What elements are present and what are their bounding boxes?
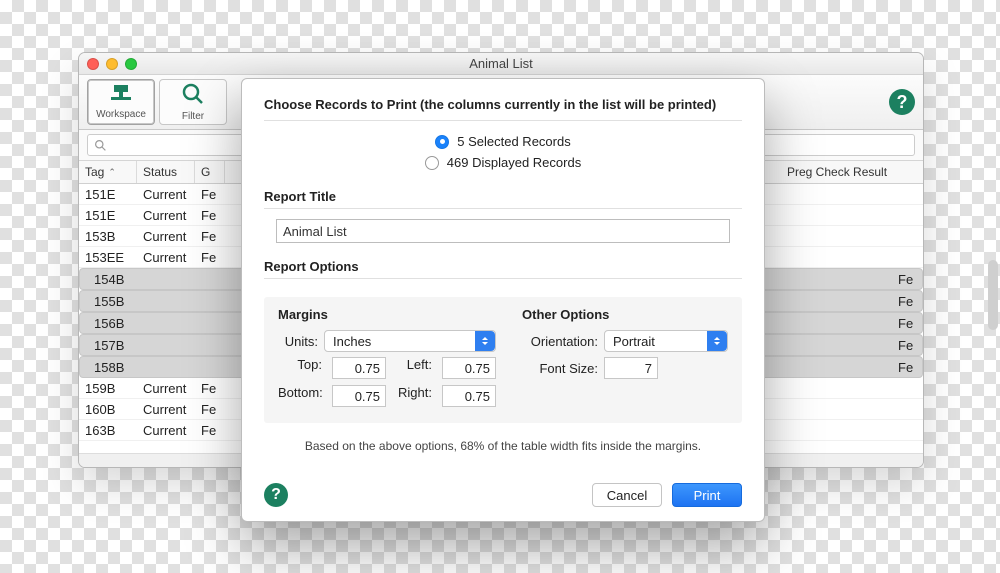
cell-tag: 155B [88,294,146,309]
cell-tag: 159B [79,381,137,396]
cell-g: Fe [892,316,922,331]
other-heading: Other Options [522,307,728,322]
header-status[interactable]: Status [137,161,195,183]
left-margin-input[interactable]: 0.75 [442,357,496,379]
window-title: Animal List [79,56,923,71]
cell-g: Fe [195,402,225,417]
filter-button[interactable]: Filter [159,79,227,125]
fontsize-input[interactable]: 7 [604,357,658,379]
cancel-button[interactable]: Cancel [592,483,662,507]
cell-tag: 151E [79,208,137,223]
sort-asc-icon: ⌃ [108,167,116,178]
cell-g: Fe [195,423,225,438]
header-g[interactable]: G [195,161,225,183]
report-options-label: Report Options [264,259,742,274]
cell-tag: 160B [79,402,137,417]
other-column: Other Options Orientation: Portrait Font… [522,307,728,407]
top-label: Top: [278,357,322,379]
radio-on-icon [435,135,449,149]
cell-tag: 163B [79,423,137,438]
cell-g: Fe [892,360,922,375]
filter-label: Filter [182,111,204,122]
dialog-heading: Choose Records to Print (the columns cur… [264,97,742,112]
header-tag[interactable]: Tag ⌃ [79,161,137,183]
cell-g: Fe [195,229,225,244]
bottom-label: Bottom: [278,385,322,407]
orientation-select[interactable]: Portrait [604,330,728,352]
workspace-icon [109,84,133,107]
header-preg[interactable]: Preg Check Result [781,161,911,183]
cell-tag: 158B [88,360,146,375]
fontsize-label: Font Size: [522,361,598,376]
cell-status: Current [137,208,195,223]
chevron-updown-icon [707,331,727,351]
print-button[interactable]: Print [672,483,742,507]
help-icon[interactable]: ? [889,89,915,115]
cell-g: Fe [195,208,225,223]
cell-tag: 154B [88,272,146,287]
cell-g: Fe [195,381,225,396]
help-icon[interactable]: ? [264,483,288,507]
titlebar: Animal List [79,53,923,75]
cell-g: Fe [195,187,225,202]
cell-status: Current [137,250,195,265]
radio-selected-records[interactable]: 5 Selected Records [264,134,742,149]
units-select[interactable]: Inches [324,330,496,352]
cell-status: Current [137,187,195,202]
vertical-scrollbar[interactable] [988,260,998,330]
chevron-updown-icon [475,331,495,351]
cell-status: Current [137,402,195,417]
cell-status: Current [137,381,195,396]
units-label: Units: [278,334,318,349]
cell-tag: 153EE [79,250,137,265]
bottom-margin-input[interactable]: 0.75 [332,385,386,407]
workspace-label: Workspace [96,109,146,120]
margins-column: Margins Units: Inches Top: 0.75 Left: 0.… [278,307,496,407]
right-label: Right: [396,385,432,407]
radio-off-icon [425,156,439,170]
cell-g: Fe [892,272,922,287]
options-panel: Margins Units: Inches Top: 0.75 Left: 0.… [264,297,742,423]
right-margin-input[interactable]: 0.75 [442,385,496,407]
search-icon [94,139,107,152]
report-title-label: Report Title [264,189,742,204]
orientation-label: Orientation: [522,334,598,349]
print-dialog: Choose Records to Print (the columns cur… [241,78,765,522]
margins-heading: Margins [278,307,496,322]
cell-tag: 151E [79,187,137,202]
left-label: Left: [396,357,432,379]
cell-tag: 156B [88,316,146,331]
fit-note: Based on the above options, 68% of the t… [264,439,742,453]
workspace-button[interactable]: Workspace [87,79,155,125]
cell-g: Fe [195,250,225,265]
search-icon [181,82,205,109]
cell-g: Fe [892,294,922,309]
cell-status: Current [137,423,195,438]
report-title-input[interactable]: Animal List [276,219,730,243]
cell-tag: 153B [79,229,137,244]
cell-g: Fe [892,338,922,353]
top-margin-input[interactable]: 0.75 [332,357,386,379]
radio-displayed-records[interactable]: 469 Displayed Records [264,155,742,170]
cell-status: Current [137,229,195,244]
cell-tag: 157B [88,338,146,353]
